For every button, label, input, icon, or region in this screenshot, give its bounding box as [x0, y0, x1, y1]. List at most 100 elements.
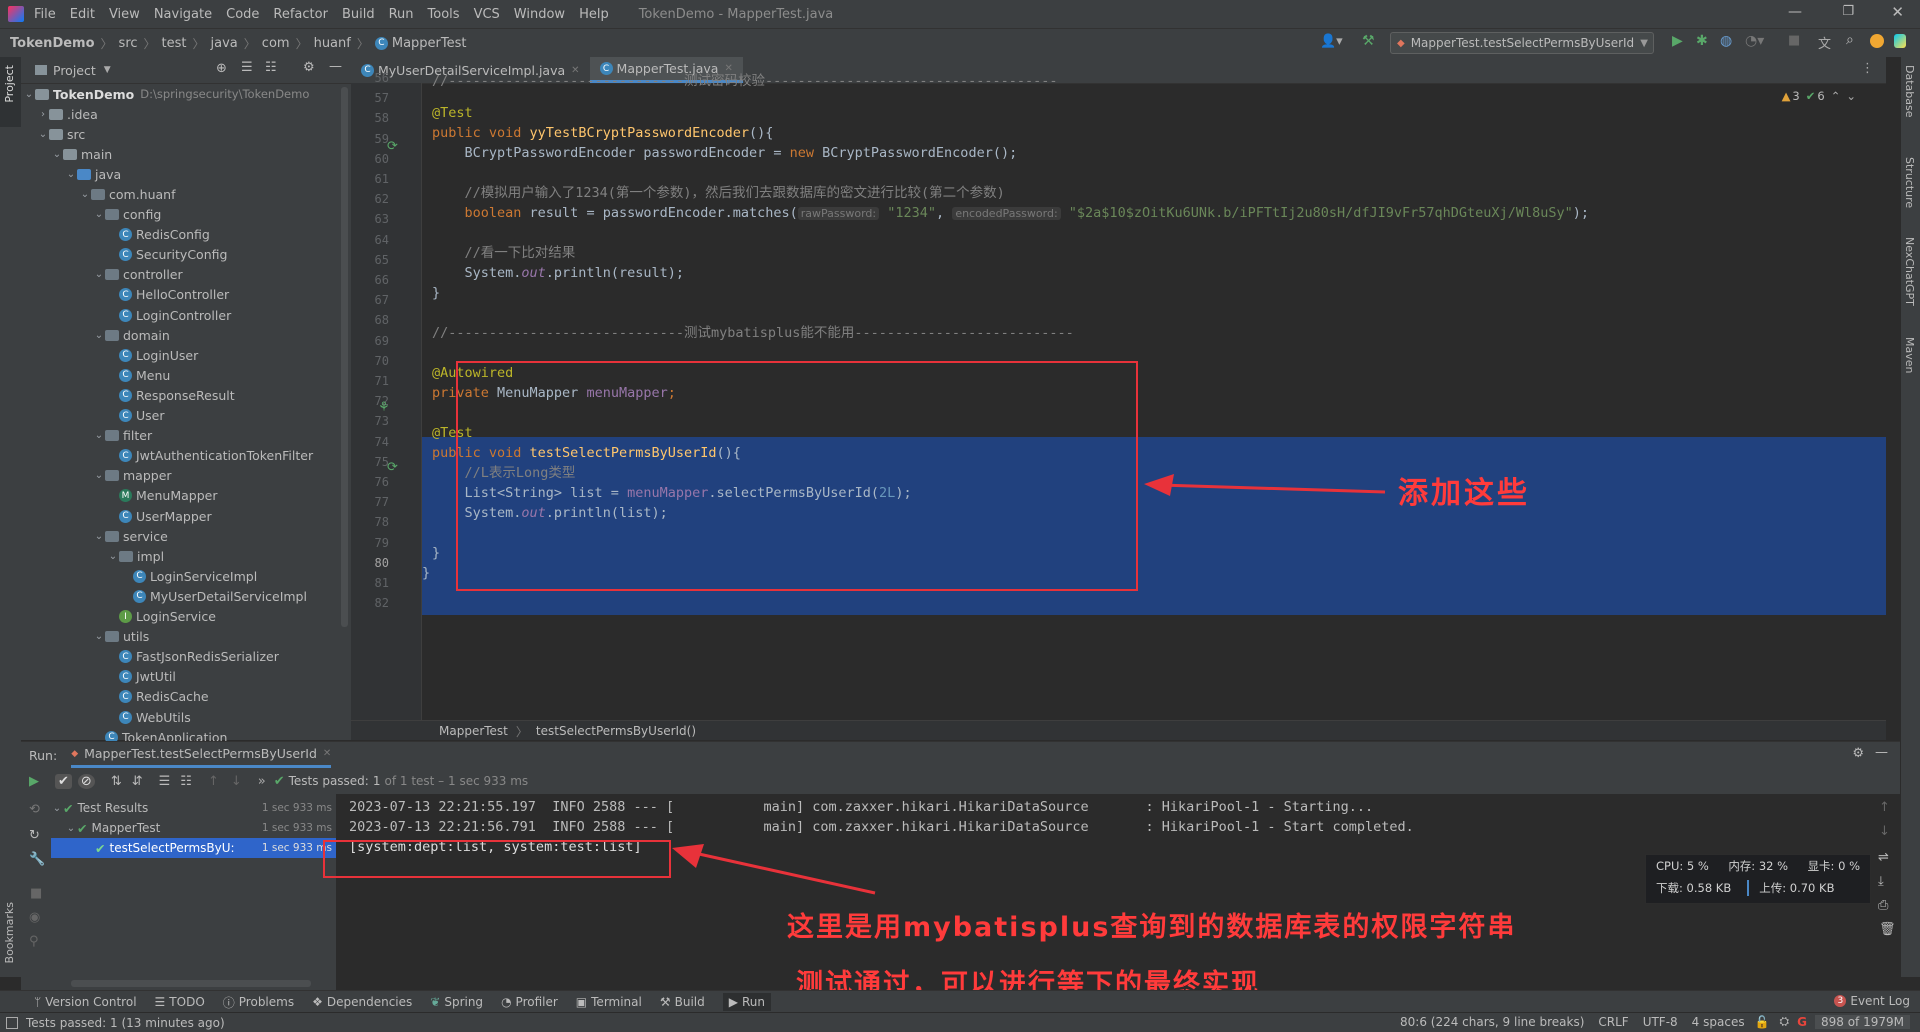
project-tree-item[interactable]: C SecurityConfig: [107, 245, 227, 265]
tool-version-control[interactable]: ᛘ Version Control: [34, 995, 137, 1009]
chevron-down-icon[interactable]: ⌄: [93, 430, 105, 441]
scroll-up-icon[interactable]: ↑: [1879, 800, 1890, 815]
project-tree-item[interactable]: C RedisCache: [107, 687, 209, 707]
project-tree-item[interactable]: C WebUtils: [107, 707, 191, 727]
menu-build[interactable]: Build: [342, 7, 375, 22]
run-tab[interactable]: ◆ MapperTest.testSelectPermsByUserId ✕: [71, 742, 332, 768]
tool-terminal[interactable]: ▣ Terminal: [576, 995, 642, 1009]
soft-wrap-icon[interactable]: ⇌: [1878, 850, 1889, 865]
project-tree-item[interactable]: C FastJsonRedisSerializer: [107, 647, 279, 667]
google-icon[interactable]: G: [1797, 1015, 1807, 1029]
tool-event-log[interactable]: 3 Event Log: [1834, 994, 1910, 1008]
breadcrumb-test[interactable]: test: [162, 36, 187, 51]
menu-help[interactable]: Help: [579, 7, 609, 22]
breadcrumb-file[interactable]: MapperTest: [392, 36, 467, 51]
search-icon[interactable]: ⌕: [1846, 32, 1854, 48]
trash-icon[interactable]: 🗑: [1879, 922, 1896, 937]
project-tree-item[interactable]: C JwtAuthenticationTokenFilter: [107, 446, 313, 466]
test-results-root[interactable]: ⌄ ✔ Test Results 1 sec 933 ms: [51, 798, 336, 818]
project-tree-item[interactable]: ⌄ utils: [93, 627, 150, 647]
project-tree-item[interactable]: C JwtUtil: [107, 667, 176, 687]
camera-icon[interactable]: ◉: [29, 910, 40, 925]
scroll-down-icon[interactable]: ↓: [1879, 824, 1890, 839]
project-tree-item[interactable]: ⌄ filter: [93, 426, 152, 446]
project-tree-item[interactable]: ⌄ src: [37, 124, 85, 144]
debug-icon[interactable]: ✱: [1696, 33, 1708, 49]
project-tree-item[interactable]: C HelloController: [107, 285, 229, 305]
bookmarks-tool-tab[interactable]: Bookmarks: [3, 902, 16, 963]
gear-icon[interactable]: ⚙: [1852, 746, 1864, 761]
menu-refactor[interactable]: Refactor: [273, 7, 328, 22]
chevron-up-icon[interactable]: ⌃: [1831, 89, 1841, 103]
next-failed-icon[interactable]: ↓: [231, 774, 242, 789]
project-tree-item[interactable]: C LoginUser: [107, 345, 198, 365]
project-tree-item[interactable]: ⌄ com.huanf: [79, 184, 176, 204]
spring-bean-gutter-icon[interactable]: ⚘: [378, 400, 390, 415]
project-tree-item[interactable]: M MenuMapper: [107, 486, 217, 506]
chevron-down-icon[interactable]: ⌄: [107, 551, 119, 562]
breadcrumb-project[interactable]: TokenDemo: [10, 36, 95, 51]
run-test-gutter-icon[interactable]: ⟳: [387, 460, 398, 475]
chevron-down-icon[interactable]: ⌄: [93, 531, 105, 542]
stop-icon[interactable]: ■: [30, 886, 42, 901]
collapse-all-icon[interactable]: ☷: [180, 774, 192, 789]
project-tree-item[interactable]: ⌄ java: [65, 164, 121, 184]
nexchatgpt-tool-tab[interactable]: NexChatGPT: [1903, 237, 1916, 306]
hide-panel-icon[interactable]: —: [1875, 745, 1888, 760]
tool-profiler[interactable]: ◔ Profiler: [501, 995, 558, 1009]
project-tree-item[interactable]: C LoginController: [107, 305, 231, 325]
chevron-down-icon[interactable]: ⌄: [65, 169, 77, 180]
pin-icon[interactable]: ⚲: [29, 934, 39, 949]
line-separator[interactable]: CRLF: [1598, 1015, 1628, 1029]
show-passed-icon[interactable]: ✔: [55, 773, 72, 789]
update-icon[interactable]: [1870, 34, 1884, 48]
menu-navigate[interactable]: Navigate: [154, 7, 212, 22]
chevron-down-icon[interactable]: ⌄: [93, 470, 105, 481]
menu-tools[interactable]: Tools: [428, 7, 460, 22]
project-tree-item[interactable]: › .idea: [37, 104, 98, 124]
tree-scrollbar[interactable]: [71, 980, 311, 987]
structure-tool-tab[interactable]: Structure: [1903, 157, 1916, 208]
coverage-icon[interactable]: ◍: [1720, 33, 1732, 49]
gear-icon[interactable]: ⚙: [303, 60, 315, 75]
caret-position[interactable]: 80:6 (224 chars, 9 line breaks): [1400, 1015, 1584, 1029]
menu-file[interactable]: File: [34, 7, 56, 22]
chevron-down-icon[interactable]: ⌄: [93, 269, 105, 280]
run-icon[interactable]: ▶: [1672, 33, 1683, 49]
chevron-down-icon[interactable]: ⌄: [93, 330, 105, 341]
project-tree-item[interactable]: C LoginServiceImpl: [121, 566, 257, 586]
project-tree-item[interactable]: ⌄ domain: [93, 325, 170, 345]
menu-vcs[interactable]: VCS: [474, 7, 500, 22]
close-icon[interactable]: ✕: [1891, 3, 1904, 21]
tree-root[interactable]: ⌄ TokenDemo D:\springsecurity\TokenDemo: [21, 84, 310, 104]
more-tabs-icon[interactable]: ⋮: [1861, 61, 1874, 76]
chevron-down-icon[interactable]: ▼: [104, 65, 111, 75]
menu-edit[interactable]: Edit: [70, 7, 95, 22]
project-tree-item[interactable]: ⌄ impl: [107, 546, 164, 566]
stop-icon[interactable]: ■: [1788, 33, 1800, 48]
wrench-icon[interactable]: 🔧: [29, 852, 45, 867]
database-tool-tab[interactable]: Database: [1903, 65, 1916, 118]
breadcrumb-com[interactable]: com: [262, 36, 290, 51]
tool-build[interactable]: ⚒ Build: [660, 995, 705, 1009]
breadcrumb-huanf[interactable]: huanf: [314, 36, 351, 51]
breadcrumb-class[interactable]: MapperTest: [439, 724, 508, 738]
rerun-icon[interactable]: ▶: [29, 774, 53, 789]
sort-duration-icon[interactable]: ⇵: [132, 774, 143, 789]
menu-run[interactable]: Run: [389, 7, 414, 22]
user-icon[interactable]: 👤▾: [1320, 34, 1343, 49]
show-ignored-icon[interactable]: ⊘: [77, 773, 95, 789]
plugin-icon[interactable]: [1894, 34, 1906, 48]
project-tree-item[interactable]: ⌄ controller: [93, 265, 183, 285]
run-config-select[interactable]: ◆ MapperTest.testSelectPermsByUserId ▼: [1390, 32, 1654, 54]
git-icon[interactable]: ⛭: [1780, 1014, 1790, 1029]
sort-alpha-icon[interactable]: ⇅: [111, 774, 122, 789]
menu-code[interactable]: Code: [226, 7, 259, 22]
status-window-icon[interactable]: [6, 1016, 18, 1029]
lock-icon[interactable]: 🔓: [1755, 1015, 1770, 1029]
rerun-failed-icon[interactable]: ⟲: [29, 802, 40, 817]
chevron-down-icon[interactable]: ⌄: [37, 129, 49, 140]
locate-icon[interactable]: ⊕: [216, 61, 227, 76]
tool-problems[interactable]: ⓘ Problems: [223, 994, 294, 1011]
expand-all-icon[interactable]: ☰: [241, 60, 253, 75]
